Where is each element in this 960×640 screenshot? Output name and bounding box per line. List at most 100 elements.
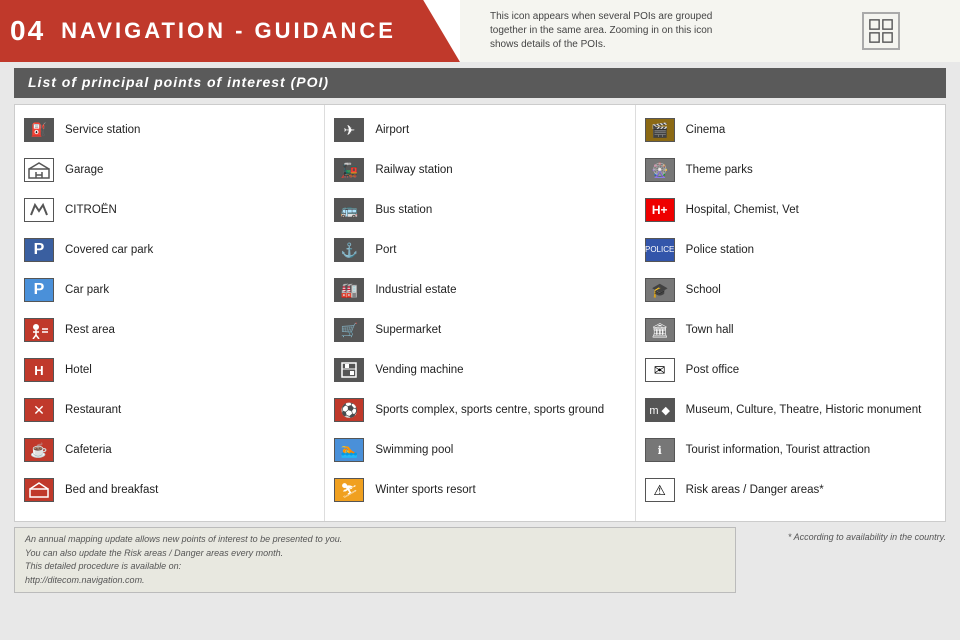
list-item: 🛒 Supermarket <box>331 313 628 347</box>
section-title-bar: List of principal points of interest (PO… <box>14 68 946 98</box>
swimming-pool-icon: 🏊 <box>331 435 367 465</box>
tourist-info-icon: ℹ <box>642 435 678 465</box>
section-title: List of principal points of interest (PO… <box>28 74 329 90</box>
list-item: ℹ Tourist information, Tourist attractio… <box>642 433 939 467</box>
restaurant-icon: ✕ <box>21 395 57 425</box>
list-item: ☕ Cafeteria <box>21 433 318 467</box>
airport-icon: ✈ <box>331 115 367 145</box>
list-item: H Hotel <box>21 353 318 387</box>
museum-icon: m ◆ <box>642 395 678 425</box>
supermarket-icon: 🛒 <box>331 315 367 345</box>
cafeteria-icon: ☕ <box>21 435 57 465</box>
citroen-icon <box>21 195 57 225</box>
list-item: P Covered car park <box>21 233 318 267</box>
winter-sports-icon: ⛷ <box>331 475 367 505</box>
police-station-label: Police station <box>686 243 754 258</box>
hotel-icon: H <box>21 355 57 385</box>
page-header: 04 NAVIGATION - GUIDANCE This icon appea… <box>0 0 960 62</box>
garage-label: Garage <box>65 163 103 178</box>
header-note-text: This icon appears when several POIs are … <box>490 10 712 52</box>
vending-machine-icon <box>331 355 367 385</box>
list-item: ✈ Airport <box>331 113 628 147</box>
swimming-pool-label: Swimming pool <box>375 443 453 458</box>
list-item: 🎬 Cinema <box>642 113 939 147</box>
poi-cluster-icon <box>862 12 900 50</box>
industrial-estate-label: Industrial estate <box>375 283 456 298</box>
list-item: Garage <box>21 153 318 187</box>
cafeteria-label: Cafeteria <box>65 443 112 458</box>
airport-label: Airport <box>375 123 409 138</box>
list-item: Rest area <box>21 313 318 347</box>
list-item: ⚓ Port <box>331 233 628 267</box>
railway-station-label: Railway station <box>375 163 452 178</box>
risk-areas-label: Risk areas / Danger areas* <box>686 483 824 498</box>
list-item: ⛷ Winter sports resort <box>331 473 628 507</box>
museum-label: Museum, Culture, Theatre, Historic monum… <box>686 403 922 418</box>
footer-note-text: An annual mapping update allows new poin… <box>25 534 342 585</box>
list-item: 🏊 Swimming pool <box>331 433 628 467</box>
list-item: 🎓 School <box>642 273 939 307</box>
rest-area-label: Rest area <box>65 323 115 338</box>
header-info: This icon appears when several POIs are … <box>460 0 960 62</box>
covered-car-park-icon: P <box>21 235 57 265</box>
railway-station-icon: 🚂 <box>331 155 367 185</box>
police-station-icon: POLICE <box>642 235 678 265</box>
list-item: 🚌 Bus station <box>331 193 628 227</box>
footer: An annual mapping update allows new poin… <box>14 527 946 593</box>
theme-parks-icon: 🎡 <box>642 155 678 185</box>
bnb-label: Bed and breakfast <box>65 483 158 498</box>
citroen-label: CITROËN <box>65 203 117 218</box>
list-item: m ◆ Museum, Culture, Theatre, Historic m… <box>642 393 939 427</box>
list-item: 🏛 Town hall <box>642 313 939 347</box>
list-item: Vending machine <box>331 353 628 387</box>
list-item: 🚂 Railway station <box>331 153 628 187</box>
cinema-icon: 🎬 <box>642 115 678 145</box>
school-icon: 🎓 <box>642 275 678 305</box>
bus-station-icon: 🚌 <box>331 195 367 225</box>
list-item: ⚽ Sports complex, sports centre, sports … <box>331 393 628 427</box>
list-item: Bed and breakfast <box>21 473 318 507</box>
poi-table: ⛽ Service station Garage CITROËN <box>14 104 946 522</box>
tourist-info-label: Tourist information, Tourist attraction <box>686 443 871 458</box>
garage-icon <box>21 155 57 185</box>
list-item: ⚠ Risk areas / Danger areas* <box>642 473 939 507</box>
list-item: ⛽ Service station <box>21 113 318 147</box>
sports-complex-label: Sports complex, sports centre, sports gr… <box>375 403 604 418</box>
car-park-icon: P <box>21 275 57 305</box>
industrial-estate-icon: 🏭 <box>331 275 367 305</box>
port-label: Port <box>375 243 396 258</box>
list-item: POLICE Police station <box>642 233 939 267</box>
list-item: P Car park <box>21 273 318 307</box>
header-chapter: 04 NAVIGATION - GUIDANCE <box>0 0 460 62</box>
post-office-icon: ✉ <box>642 355 678 385</box>
poi-column-3: 🎬 Cinema 🎡 Theme parks H+ Hospital, Chem… <box>636 105 945 521</box>
service-station-icon: ⛽ <box>21 115 57 145</box>
grid-icon <box>868 17 894 45</box>
school-label: School <box>686 283 721 298</box>
service-station-label: Service station <box>65 123 140 138</box>
asterisk-text: * According to availability in the count… <box>788 532 946 542</box>
car-park-label: Car park <box>65 283 109 298</box>
bnb-icon <box>21 475 57 505</box>
hotel-label: Hotel <box>65 363 92 378</box>
hospital-label: Hospital, Chemist, Vet <box>686 203 799 218</box>
town-hall-label: Town hall <box>686 323 734 338</box>
chapter-title: NAVIGATION - GUIDANCE <box>61 18 396 44</box>
rest-area-icon <box>21 315 57 345</box>
footer-note: An annual mapping update allows new poin… <box>14 527 736 593</box>
town-hall-icon: 🏛 <box>642 315 678 345</box>
list-item: 🏭 Industrial estate <box>331 273 628 307</box>
footer-asterisk: * According to availability in the count… <box>746 527 946 542</box>
poi-column-2: ✈ Airport 🚂 Railway station 🚌 Bus statio… <box>325 105 635 521</box>
vending-machine-label: Vending machine <box>375 363 463 378</box>
risk-areas-icon: ⚠ <box>642 475 678 505</box>
list-item: CITROËN <box>21 193 318 227</box>
winter-sports-label: Winter sports resort <box>375 483 475 498</box>
port-icon: ⚓ <box>331 235 367 265</box>
restaurant-label: Restaurant <box>65 403 121 418</box>
supermarket-label: Supermarket <box>375 323 441 338</box>
poi-column-1: ⛽ Service station Garage CITROËN <box>15 105 325 521</box>
post-office-label: Post office <box>686 363 740 378</box>
hospital-icon: H+ <box>642 195 678 225</box>
list-item: 🎡 Theme parks <box>642 153 939 187</box>
